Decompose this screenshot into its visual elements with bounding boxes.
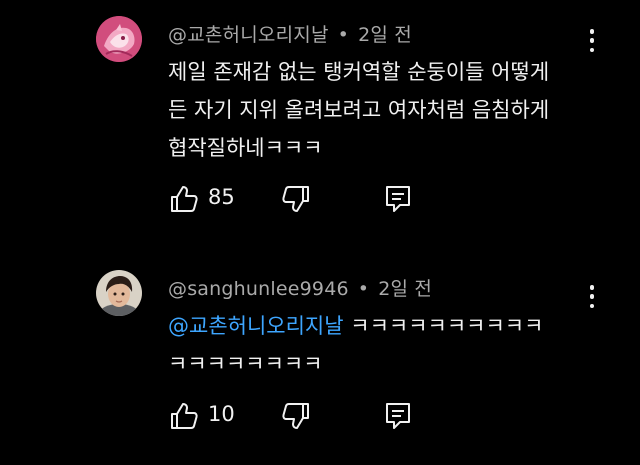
comment-text: @교촌허니오리지날 ㅋㅋㅋㅋㅋㅋㅋㅋㅋㅋ ㅋㅋㅋㅋㅋㅋㅋㅋ: [168, 307, 588, 383]
more-vert-icon[interactable]: [584, 283, 600, 310]
thumbs-down-icon[interactable]: [280, 183, 312, 215]
thumbs-down-icon[interactable]: [280, 400, 312, 432]
more-vert-icon[interactable]: [584, 27, 600, 54]
comment-actions: 85: [168, 183, 428, 217]
comment-time[interactable]: 2일 전: [358, 24, 412, 46]
comment-text-line: 든 자기 지위 올려보려고 여자처럼 음침하게: [168, 98, 550, 122]
comment-text-segment: ㅋㅋㅋㅋㅋㅋㅋㅋㅋㅋ: [350, 314, 544, 338]
comment-time[interactable]: 2일 전: [378, 278, 432, 300]
thumbs-up-icon[interactable]: [168, 400, 200, 432]
mention-link[interactable]: @교촌허니오리지날: [168, 314, 344, 338]
comment-text: 제일 존재감 없는 탱커역할 순둥이들 어떻게 든 자기 지위 올려보려고 여자…: [168, 53, 588, 167]
comment-thread-item: @교촌허니오리지날 • 2일 전 제일 존재감 없는 탱커역할 순둥이들 어떻게 든…: [0, 0, 640, 240]
avatar[interactable]: [96, 270, 142, 316]
comment-text-line: 제일 존재감 없는 탱커역할 순둥이들 어떻게: [168, 60, 550, 84]
comment-text-line: @교촌허니오리지날 ㅋㅋㅋㅋㅋㅋㅋㅋㅋㅋ: [168, 307, 588, 345]
reply-comment-icon[interactable]: [382, 183, 414, 215]
like-count: 85: [208, 185, 235, 209]
comment-text-line: ㅋㅋㅋㅋㅋㅋㅋㅋ: [168, 352, 323, 376]
meta-separator: •: [337, 24, 350, 46]
like-count: 10: [208, 402, 235, 426]
avatar[interactable]: [96, 16, 142, 62]
author-name[interactable]: @sanghunlee9946: [168, 278, 349, 300]
comment-actions: 10: [168, 400, 428, 434]
reply-comment-icon[interactable]: [382, 400, 414, 432]
comment-thread-item: @sanghunlee9946 • 2일 전 @교촌허니오리지날 ㅋㅋㅋㅋㅋㅋㅋㅋㅋ…: [0, 240, 640, 465]
author-name[interactable]: @교촌허니오리지날: [168, 24, 329, 46]
comment-meta: @sanghunlee9946 • 2일 전: [168, 274, 432, 301]
meta-separator: •: [357, 278, 370, 300]
thumbs-up-icon[interactable]: [168, 183, 200, 215]
comment-meta: @교촌허니오리지날 • 2일 전: [168, 20, 412, 47]
comment-text-line: 협작질하네ㅋㅋㅋ: [168, 136, 323, 160]
